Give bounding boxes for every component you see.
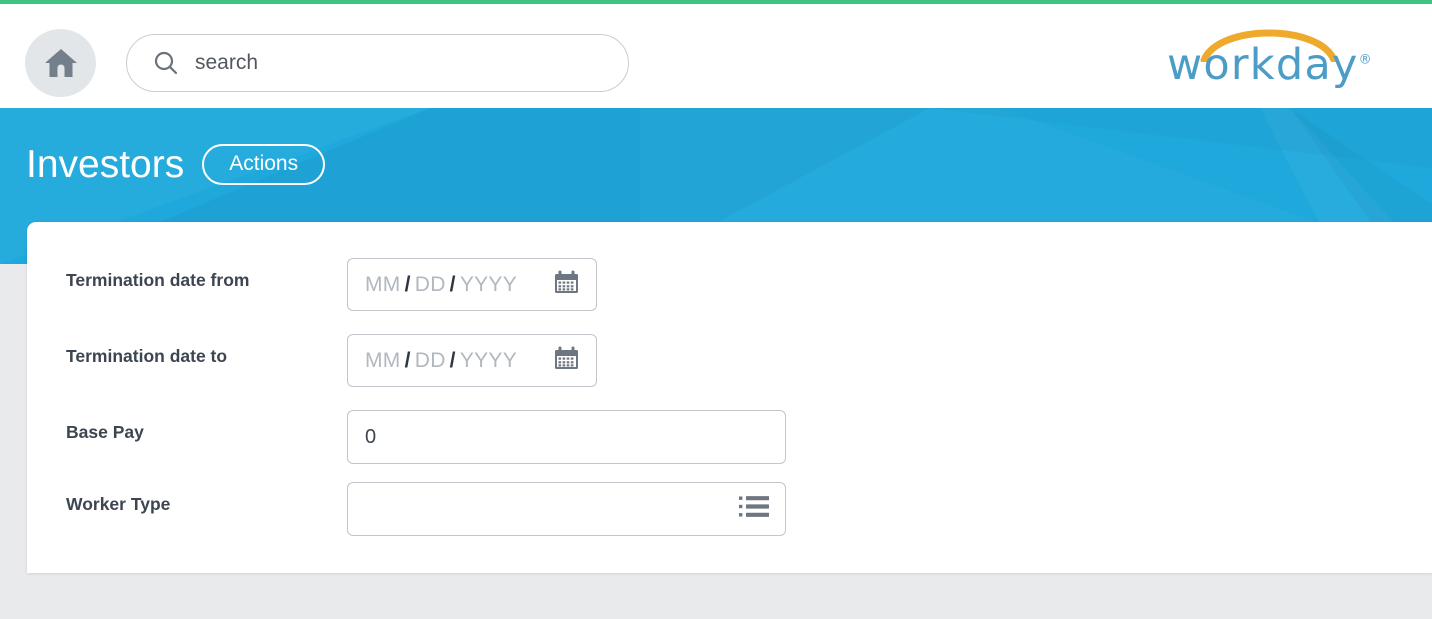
date-placeholder-group: MM / DD / YYYY <box>365 273 517 297</box>
banner-title-row: Investors Actions <box>26 143 326 186</box>
page-title: Investors <box>26 143 185 186</box>
date-mm: MM <box>365 348 401 372</box>
label-base-pay: Base Pay <box>66 422 144 442</box>
calendar-icon[interactable] <box>553 270 580 300</box>
date-yyyy: YYYY <box>459 272 518 296</box>
base-pay-value: 0 <box>365 425 377 448</box>
label-worker-type: Worker Type <box>66 494 171 514</box>
date-dd: DD <box>414 272 446 296</box>
registered-mark: ® <box>1358 52 1372 68</box>
workday-wordmark: workday® <box>1167 44 1372 87</box>
wordmark-text: workday <box>1167 40 1359 90</box>
date-dd: DD <box>414 348 446 372</box>
workday-logo: workday® <box>1167 22 1372 94</box>
calendar-icon[interactable] <box>553 346 580 376</box>
date-mm: MM <box>365 272 401 296</box>
label-termination-date-from: Termination date from <box>66 270 250 290</box>
content-card: Termination date from MM / DD / YYYY Ter… <box>27 222 1432 573</box>
list-prompt-icon[interactable] <box>739 494 769 525</box>
search-input[interactable] <box>195 51 595 75</box>
date-yyyy: YYYY <box>459 348 518 372</box>
search-box[interactable] <box>126 34 629 92</box>
date-placeholder-group: MM / DD / YYYY <box>365 349 517 373</box>
search-icon <box>152 49 180 77</box>
date-sep-2: / <box>449 348 456 372</box>
date-sep-1: / <box>404 348 411 372</box>
input-worker-type[interactable] <box>347 482 786 536</box>
actions-button[interactable]: Actions <box>202 144 326 185</box>
input-termination-date-to[interactable]: MM / DD / YYYY <box>347 334 597 387</box>
global-header: workday® <box>0 4 1432 108</box>
input-base-pay[interactable]: 0 <box>347 410 786 464</box>
input-termination-date-from[interactable]: MM / DD / YYYY <box>347 258 597 311</box>
home-icon <box>43 46 79 80</box>
label-termination-date-to: Termination date to <box>66 346 228 366</box>
date-sep-2: / <box>449 272 456 296</box>
home-button[interactable] <box>25 29 96 97</box>
date-sep-1: / <box>404 272 411 296</box>
